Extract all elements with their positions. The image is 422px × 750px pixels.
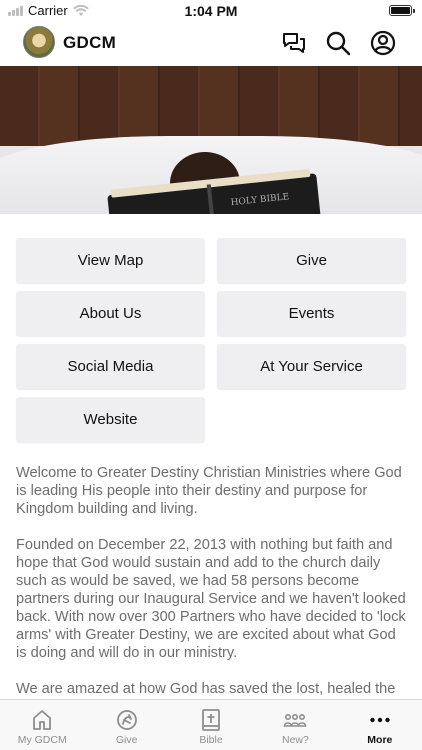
hero-bible-text: HOLY BIBLE <box>230 192 290 209</box>
app-logo <box>23 26 55 58</box>
tab-label: More <box>367 734 393 746</box>
testimony-paragraph: We are amazed at how God has saved the l… <box>16 681 396 697</box>
social-media-button[interactable]: Social Media <box>16 344 205 389</box>
search-icon[interactable] <box>325 30 351 56</box>
more-icon <box>370 717 390 723</box>
status-bar: Carrier 1:04 PM <box>0 0 422 22</box>
status-time: 1:04 PM <box>184 3 238 19</box>
tab-new[interactable]: New? <box>253 700 337 750</box>
tab-more[interactable]: More <box>338 700 422 750</box>
website-button[interactable]: Website <box>16 397 205 442</box>
about-us-button[interactable]: About Us <box>16 291 205 336</box>
chat-bubbles-icon[interactable] <box>281 30 307 56</box>
bible-icon <box>202 709 220 731</box>
hero-wall <box>0 66 422 146</box>
tab-label: Bible <box>199 734 223 746</box>
battery-icon <box>389 5 415 16</box>
events-button[interactable]: Events <box>217 291 406 336</box>
welcome-content: Welcome to Greater Destiny Christian Min… <box>16 464 408 698</box>
home-icon <box>33 710 52 730</box>
at-your-service-button[interactable]: At Your Service <box>217 344 406 389</box>
tab-label: Give <box>115 734 138 746</box>
tab-label: New? <box>281 734 309 746</box>
give-icon <box>116 710 137 730</box>
people-icon <box>284 714 307 727</box>
hero-image: HOLY BIBLE <box>0 66 422 214</box>
profile-icon[interactable] <box>370 30 396 56</box>
tab-give[interactable]: Give <box>84 700 168 750</box>
give-button[interactable]: Give <box>217 238 406 283</box>
welcome-paragraph: Welcome to Greater Destiny Christian Min… <box>16 465 402 517</box>
tab-label: My GDCM <box>17 734 67 746</box>
tab-my-gdcm[interactable]: My GDCM <box>0 700 84 750</box>
app-title: GDCM <box>63 33 117 52</box>
history-paragraph: Founded on December 22, 2013 with nothin… <box>16 537 406 661</box>
app-header: GDCM <box>0 24 422 64</box>
tab-bible[interactable]: Bible <box>169 700 253 750</box>
view-map-button[interactable]: View Map <box>16 238 205 283</box>
tab-bar: My GDCM Give Bible New? More <box>0 699 422 750</box>
